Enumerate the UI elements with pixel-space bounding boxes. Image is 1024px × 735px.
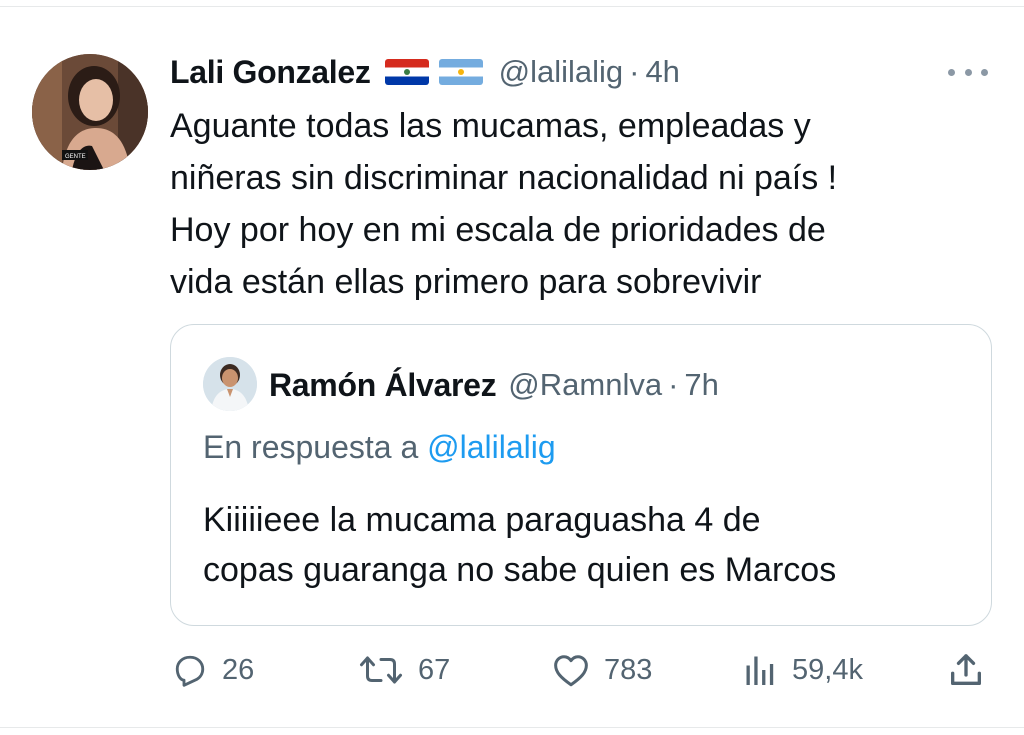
- separator-dot: ·: [629, 54, 640, 89]
- reply-prefix: En respuesta a: [203, 429, 419, 465]
- flag-paraguay-icon: [384, 59, 429, 85]
- reply-context: En respuesta a @lalilalig: [203, 429, 556, 466]
- tweet-text-line: Hoy por hoy en mi escala de prioridades …: [170, 211, 826, 249]
- retweet-button[interactable]: 67: [358, 646, 450, 694]
- share-icon: [951, 654, 981, 685]
- quoted-text-line: copas guaranga no sabe quien es Marcos: [203, 551, 837, 589]
- author-handle[interactable]: @lalilalig: [499, 54, 624, 90]
- author-avatar[interactable]: GENTE: [32, 54, 148, 170]
- share-button[interactable]: [946, 646, 986, 694]
- tweet-text-line: vida están ellas primero para sobrevivir: [170, 263, 762, 301]
- retweet-icon: [360, 656, 402, 684]
- tweet-card: GENTE Lali Gonzalez @lalilalig · 4h Agua…: [0, 0, 1024, 735]
- avatar-badge: GENTE: [65, 154, 86, 160]
- quoted-tweet-header: Ramón Álvarez @Ramnlva · 7h: [269, 363, 719, 407]
- tweet-header: Lali Gonzalez @lalilalig · 4h: [170, 50, 680, 94]
- quoted-text-line: Kiiiiieee la mucama paraguasha 4 de: [203, 501, 761, 539]
- quoted-tweet[interactable]: Ramón Álvarez @Ramnlva · 7h En respuesta…: [170, 324, 992, 626]
- tweet-timestamp[interactable]: 4h: [645, 54, 679, 90]
- top-divider: [0, 6, 1024, 7]
- quoted-tweet-text: Kiiiiieee la mucama paraguasha 4 de copa…: [203, 495, 963, 595]
- bottom-divider: [0, 727, 1024, 728]
- tweet-text-line: Aguante todas las mucamas, empleadas y: [170, 107, 811, 145]
- like-button[interactable]: 783: [552, 646, 652, 694]
- like-count: 783: [604, 653, 653, 686]
- author-avatar-image: GENTE: [32, 54, 148, 170]
- views-button[interactable]: 59,4k: [742, 646, 863, 694]
- more-horizontal-icon[interactable]: [948, 62, 988, 82]
- author-name[interactable]: Lali Gonzalez: [170, 54, 371, 91]
- quoted-avatar-image: [203, 357, 257, 411]
- quoted-author-avatar[interactable]: [203, 357, 257, 411]
- separator-dot: ·: [668, 367, 679, 402]
- quoted-author-handle[interactable]: @Ramnlva: [508, 367, 662, 403]
- reply-mention-link[interactable]: @lalilalig: [427, 429, 556, 465]
- retweet-count: 67: [418, 653, 451, 686]
- flag-argentina-icon: [438, 59, 483, 85]
- reply-icon: [175, 655, 205, 687]
- quoted-author-name[interactable]: Ramón Álvarez: [269, 367, 497, 404]
- quoted-tweet-timestamp: 7h: [684, 367, 719, 402]
- views-count: 59,4k: [792, 653, 863, 686]
- heart-icon: [554, 655, 588, 687]
- views-icon: [746, 656, 774, 685]
- reply-count: 26: [222, 653, 255, 686]
- tweet-text-line: niñeras sin discriminar nacionalidad ni …: [170, 159, 838, 197]
- reply-button[interactable]: 26: [172, 646, 254, 694]
- tweet-text: Aguante todas las mucamas, empleadas y n…: [170, 100, 970, 308]
- action-bar: 26 67 783 59,4k: [0, 640, 1024, 700]
